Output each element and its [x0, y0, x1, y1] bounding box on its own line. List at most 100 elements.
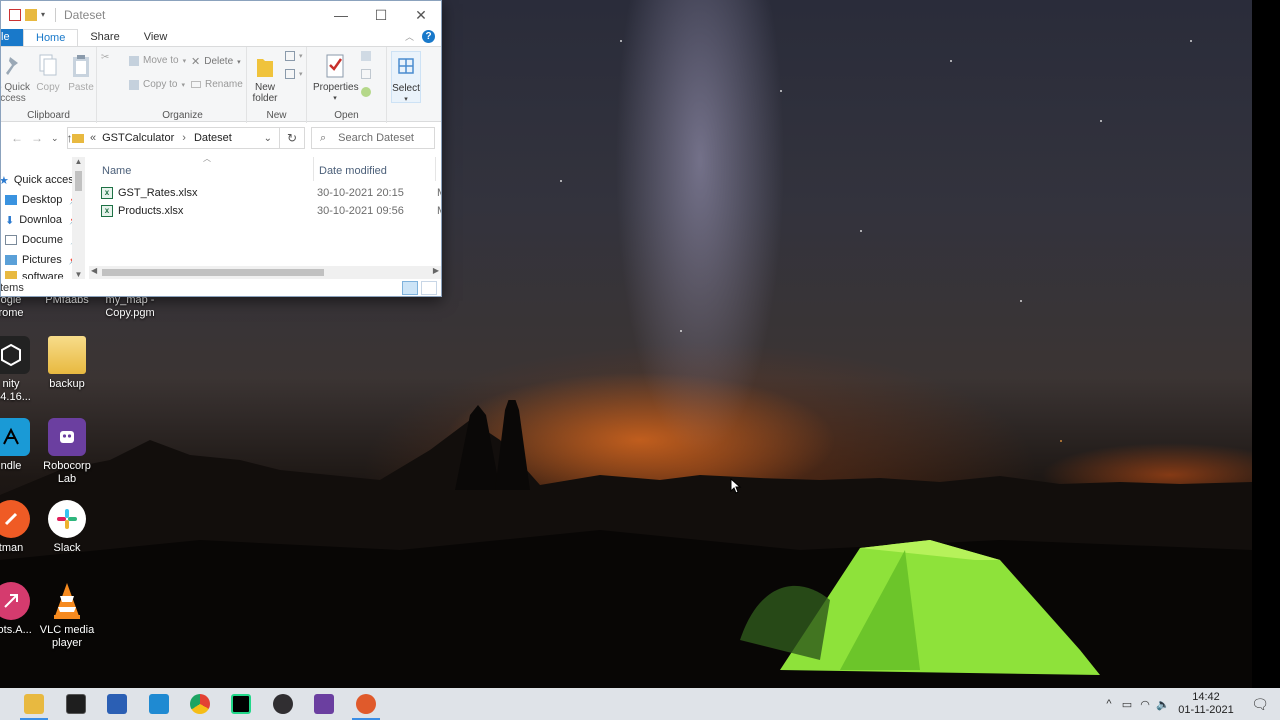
properties-quick-icon[interactable] [9, 9, 21, 21]
desktop-icon-backup[interactable]: backup [30, 336, 104, 391]
file-row[interactable]: x Products.xlsx 30-10-2021 09:56 M [101, 202, 441, 220]
cut-button[interactable]: ✂ [101, 53, 111, 63]
file-row[interactable]: x GST_Rates.xlsx 30-10-2021 20:15 M [101, 184, 441, 202]
copy-to-button[interactable]: Copy to ▾ [129, 79, 185, 90]
search-input[interactable]: ⌕ Search Dateset [311, 127, 435, 149]
refresh-button[interactable]: ↻ [279, 127, 305, 149]
taskbar-app-vscode[interactable] [139, 688, 179, 720]
dropdown-arrow-icon: ▾ [182, 57, 187, 65]
chevron-up-icon[interactable]: ^ [1100, 688, 1118, 720]
scrollbar-thumb[interactable] [102, 269, 324, 276]
address-box[interactable]: « GSTCalculator › Dateset ⌄ [67, 127, 305, 149]
desktop-icon-robocorp-lab[interactable]: Robocorp Lab [30, 418, 104, 486]
taskbar-app-obs[interactable] [263, 688, 303, 720]
folder-quick-icon[interactable] [25, 9, 37, 21]
ribbon-group-select: Select ▾ [387, 47, 421, 123]
pycharm-icon [231, 694, 251, 714]
breadcrumb-gstcalculator[interactable]: GSTCalculator [102, 132, 174, 144]
desktop-icon-vlc[interactable]: VLC media player [30, 582, 104, 650]
scroll-down-icon[interactable]: ▼ [72, 270, 85, 279]
volume-muted-icon[interactable]: 🔈 [1154, 688, 1172, 720]
move-to-button[interactable]: Move to ▾ [129, 55, 186, 66]
chevron-up-icon[interactable]: ︿ [405, 30, 414, 43]
details-view-button[interactable] [402, 281, 418, 295]
maximize-button[interactable]: ☐ [361, 1, 401, 29]
column-header-date-modified[interactable]: Date modified [319, 160, 431, 182]
excel-file-icon: x [101, 187, 113, 199]
column-separator[interactable] [435, 157, 436, 181]
notifications-icon[interactable]: 🗨 [1240, 688, 1280, 720]
minimize-button[interactable]: — [321, 1, 361, 29]
battery-icon[interactable]: ▭ [1118, 688, 1136, 720]
desktop-icon-label: VLC media player [39, 624, 95, 649]
rename-label: Rename [205, 79, 243, 90]
column-separator[interactable] [313, 157, 314, 181]
wifi-icon[interactable]: ◠ [1136, 688, 1154, 720]
large-icons-view-button[interactable] [421, 281, 437, 295]
close-button[interactable]: ✕ [401, 1, 441, 29]
select-label: Select [392, 83, 420, 94]
taskbar-app-pycharm[interactable] [221, 688, 261, 720]
scroll-up-icon[interactable]: ▲ [72, 157, 85, 166]
scrollbar-thumb[interactable] [75, 171, 82, 191]
desktop-icon-label: my_map - Copy.pgm [105, 294, 155, 319]
pin-quick-access-button[interactable]: o Quick ccess [1, 53, 33, 104]
copy-button[interactable]: Copy [35, 53, 61, 93]
address-dropdown-icon[interactable]: ⌄ [264, 133, 272, 144]
help-button[interactable]: ? [422, 30, 435, 43]
history-button[interactable] [361, 87, 371, 97]
new-item-button[interactable]: ▾ [285, 51, 303, 61]
breadcrumb-dateset[interactable]: Dateset [194, 132, 232, 144]
taskbar-app-terminal[interactable] [56, 688, 96, 720]
file-explorer-window[interactable]: ▾ Dateset — ☐ ✕ le Home Share View ︿ ? o… [0, 0, 442, 297]
select-button[interactable]: Select ▾ [391, 51, 421, 103]
easy-access-button[interactable]: ▾ [285, 69, 303, 79]
taskbar-app-robocorp[interactable] [304, 688, 344, 720]
forward-arrow-icon[interactable]: → [31, 131, 43, 145]
nav-item-label: Docume [22, 234, 63, 246]
taskbar-app-file-explorer[interactable] [14, 688, 54, 720]
desktop-icon-slack[interactable]: Slack [30, 500, 104, 555]
tab-home[interactable]: Home [23, 29, 79, 46]
desktop-icon-my-map[interactable]: my_map - Copy.pgm [93, 294, 167, 320]
scroll-right-icon[interactable]: ▶ [433, 266, 439, 275]
taskbar-app-powershell[interactable] [97, 688, 137, 720]
properties-button[interactable]: Properties ▾ [313, 53, 359, 104]
clock[interactable]: 14:42 01-11-2021 [1172, 691, 1240, 717]
nav-item-quick-access[interactable]: ★ Quick access [1, 171, 79, 189]
customize-quick-icon[interactable]: ▾ [41, 9, 49, 21]
unity-icon [0, 336, 30, 374]
back-arrow-icon[interactable]: ← [11, 131, 23, 145]
new-folder-button[interactable]: New folder [251, 53, 279, 104]
window-controls: — ☐ ✕ [321, 1, 441, 29]
file-list-horizontal-scrollbar[interactable]: ◀ ▶ [89, 266, 441, 279]
nav-item-pictures[interactable]: Pictures 📌 [5, 251, 79, 269]
ribbon-home: o Quick ccess Copy Paste ✂ Clipboard Mov… [1, 46, 441, 123]
kindle-icon [0, 418, 30, 456]
rename-button[interactable]: Rename [191, 79, 243, 90]
tab-share[interactable]: Share [78, 29, 131, 46]
breadcrumb-prefix[interactable]: « [90, 132, 96, 144]
nav-item-software[interactable]: software [5, 271, 64, 279]
taskbar-app-chrome[interactable] [180, 688, 220, 720]
nav-item-documents[interactable]: Docume 📌 [5, 231, 80, 249]
tab-file[interactable]: le [1, 29, 23, 46]
nav-item-desktop[interactable]: Desktop 📌 [5, 191, 79, 209]
nav-item-downloads[interactable]: ⬇ Downloa 📌 [5, 211, 79, 229]
column-header-name[interactable]: Name [102, 160, 312, 182]
paste-button[interactable]: Paste [67, 53, 95, 93]
taskbar-app-orange[interactable] [346, 688, 386, 720]
copy-label: Copy [36, 82, 60, 93]
slack-icon [48, 500, 86, 538]
mouse-cursor-icon [730, 478, 742, 494]
window-titlebar[interactable]: ▾ Dateset — ☐ ✕ [1, 1, 441, 29]
desktop-folder-icon [5, 195, 17, 205]
nav-pane-scrollbar[interactable]: ▲ ▼ [72, 157, 85, 279]
delete-button[interactable]: ✕ Delete ▾ [191, 55, 241, 68]
recent-locations-icon[interactable]: ⌄ [51, 131, 59, 145]
chevron-right-icon[interactable]: › [182, 132, 186, 144]
edit-button[interactable] [361, 69, 371, 79]
scroll-left-icon[interactable]: ◀ [91, 266, 97, 275]
tab-view[interactable]: View [132, 29, 180, 46]
open-button[interactable] [361, 51, 371, 61]
